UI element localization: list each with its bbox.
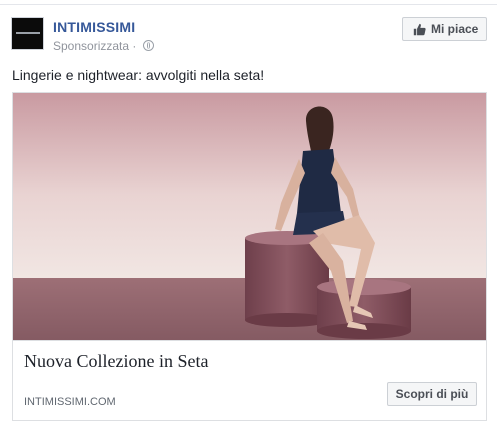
globe-icon (142, 40, 154, 51)
sponsored-label[interactable]: Sponsorizzata (53, 39, 129, 53)
thumbs-up-icon (413, 23, 426, 36)
ad-image[interactable] (12, 92, 487, 341)
divider (0, 4, 497, 5)
logo-mark (16, 32, 40, 34)
page-name-link[interactable]: INTIMISSIMI (53, 19, 135, 35)
sponsored-post-card: INTIMISSIMI Sponsorizzata · Mi piace Lin… (0, 0, 497, 426)
ad-photo (13, 93, 486, 340)
sponsored-meta: Sponsorizzata · (53, 39, 154, 53)
page-avatar[interactable] (11, 17, 44, 50)
post-message: Lingerie e nightwear: avvolgiti nella se… (12, 67, 265, 83)
link-headline[interactable]: Nuova Collezione in Seta (24, 351, 208, 372)
like-page-button[interactable]: Mi piace (402, 17, 487, 41)
link-attachment[interactable]: Nuova Collezione in Seta INTIMISSIMI.COM… (12, 341, 487, 421)
link-domain: INTIMISSIMI.COM (24, 396, 116, 408)
like-button-label: Mi piace (431, 22, 479, 36)
meta-separator: · (132, 39, 137, 53)
learn-more-button[interactable]: Scopri di più (387, 382, 477, 406)
